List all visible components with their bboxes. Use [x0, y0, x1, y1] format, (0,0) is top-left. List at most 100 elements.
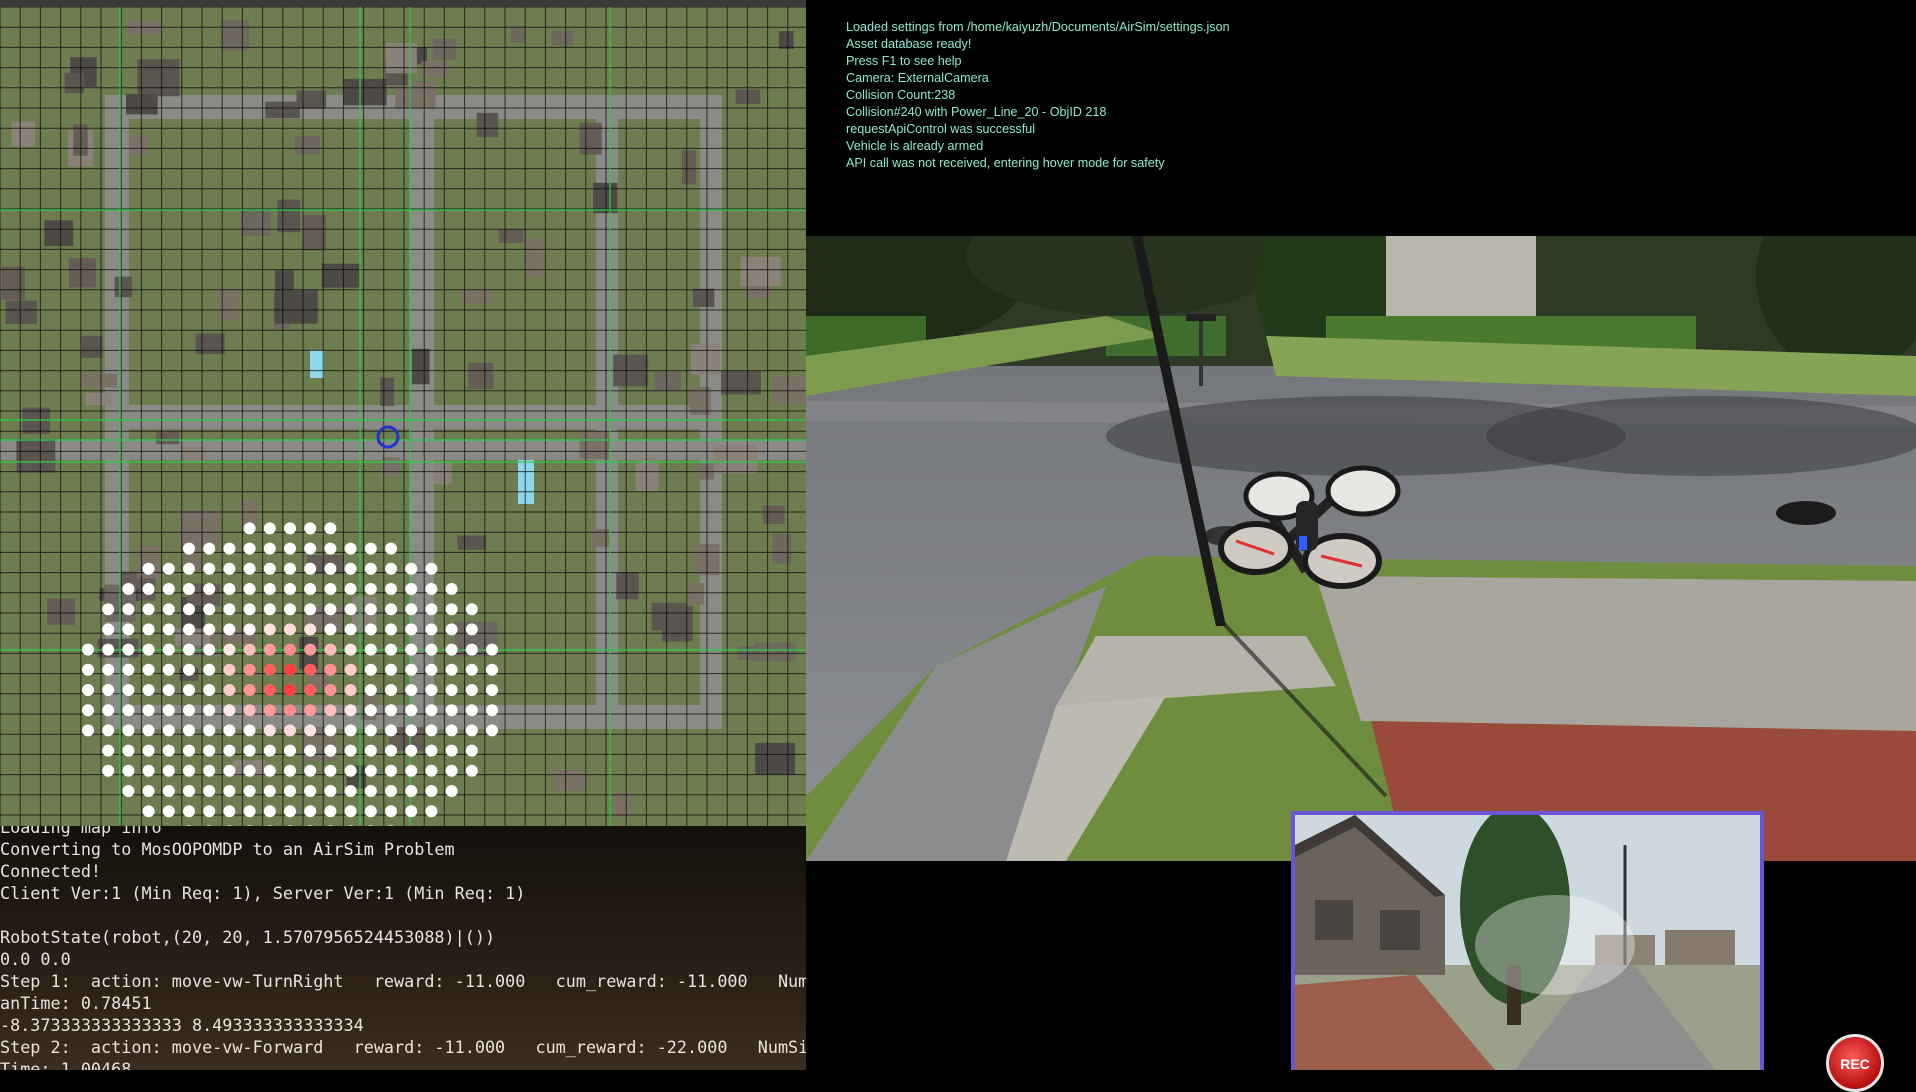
belief-dot	[122, 684, 135, 696]
belief-dot	[142, 643, 155, 656]
belief-dot	[162, 744, 175, 757]
belief-dot	[243, 744, 256, 757]
belief-dot	[465, 623, 478, 636]
belief-dot	[405, 744, 418, 757]
belief-dot	[183, 785, 195, 797]
status-message: requestApiControl was successful	[846, 122, 1035, 136]
belief-dot	[183, 623, 195, 636]
belief-dot	[243, 764, 256, 777]
belief-dot	[142, 704, 155, 717]
belief-dot	[364, 663, 377, 676]
belief-dot	[142, 805, 155, 818]
onboard-camera-canvas	[1295, 815, 1760, 1070]
map-house	[5, 300, 38, 325]
belief-dot	[223, 583, 236, 595]
belief-dot	[284, 724, 296, 737]
belief-dot	[304, 522, 317, 535]
status-message: Collision#240 with Power_Line_20 - ObjID…	[846, 105, 1107, 119]
belief-dot	[385, 603, 397, 616]
belief-dot	[122, 704, 135, 717]
belief-dot	[324, 562, 337, 575]
belief-dot	[203, 805, 216, 818]
belief-dot	[284, 684, 296, 696]
map-house	[296, 90, 327, 109]
belief-dot	[183, 704, 195, 717]
belief-dot	[445, 785, 458, 797]
belief-dot	[344, 603, 357, 616]
belief-dot	[122, 583, 135, 595]
belief-dot	[344, 764, 357, 777]
belief-dot	[102, 643, 115, 656]
map-house	[476, 112, 499, 138]
belief-dot	[162, 663, 175, 676]
belief-dot	[82, 684, 94, 696]
belief-dot	[425, 583, 438, 595]
belief-dot	[162, 704, 175, 717]
map-house	[434, 462, 452, 485]
belief-dot	[243, 684, 256, 696]
map-house	[68, 258, 96, 288]
belief-dot	[364, 785, 377, 797]
belief-dot	[445, 643, 458, 656]
belief-dot	[445, 583, 458, 595]
map-house	[772, 533, 792, 564]
belief-dot	[223, 764, 236, 777]
map-house	[614, 793, 632, 818]
belief-dot	[425, 785, 438, 797]
belief-dot	[324, 704, 337, 717]
record-button[interactable]: REC	[1826, 1034, 1884, 1092]
belief-dot	[445, 623, 458, 636]
map-house	[713, 445, 758, 474]
map-house	[44, 220, 74, 247]
console-line: Time: 1.00468	[0, 1059, 132, 1070]
belief-dot	[102, 663, 115, 676]
map-house	[691, 344, 720, 375]
belief-dot	[344, 583, 357, 595]
belief-dot	[364, 744, 377, 757]
belief-dot	[324, 744, 337, 757]
belief-dot	[162, 583, 175, 595]
belief-dot	[425, 805, 438, 818]
belief-dot	[122, 603, 135, 616]
belief-dot	[102, 764, 115, 777]
belief-dot	[385, 562, 397, 575]
belief-dot	[203, 684, 216, 696]
belief-map-canvas	[0, 0, 806, 826]
belief-dot	[284, 764, 296, 777]
map-house	[179, 509, 220, 547]
belief-dot	[324, 603, 337, 616]
belief-dot	[385, 643, 397, 656]
belief-dot	[203, 785, 216, 797]
map-house	[129, 135, 149, 155]
map-house	[240, 209, 271, 237]
map-house	[579, 431, 610, 460]
console-line: Connected!	[0, 861, 102, 881]
belief-dot	[142, 785, 155, 797]
belief-dot	[122, 744, 135, 757]
belief-dot	[344, 744, 357, 757]
belief-dot	[223, 643, 236, 656]
terminal-console: Loading map info Converting to MosOOPOMDP…	[0, 826, 806, 1070]
belief-dot	[203, 744, 216, 757]
belief-dot	[223, 603, 236, 616]
belief-dot	[364, 704, 377, 717]
belief-dot	[243, 623, 256, 636]
belief-dot	[263, 805, 276, 818]
belief-dot	[385, 704, 397, 717]
belief-dot	[263, 663, 276, 676]
belief-dot	[284, 643, 296, 656]
belief-dot	[465, 603, 478, 616]
map-house	[114, 276, 133, 298]
belief-dot	[183, 805, 195, 818]
belief-dot	[263, 603, 276, 616]
belief-dot	[122, 643, 135, 656]
belief-dot	[364, 562, 377, 575]
map-house	[551, 30, 573, 46]
belief-dot	[364, 542, 377, 555]
map-house	[682, 150, 697, 185]
belief-dot	[243, 785, 256, 797]
belief-dot	[405, 785, 418, 797]
map-house	[411, 348, 430, 385]
map-house	[579, 122, 602, 155]
belief-dot	[162, 764, 175, 777]
